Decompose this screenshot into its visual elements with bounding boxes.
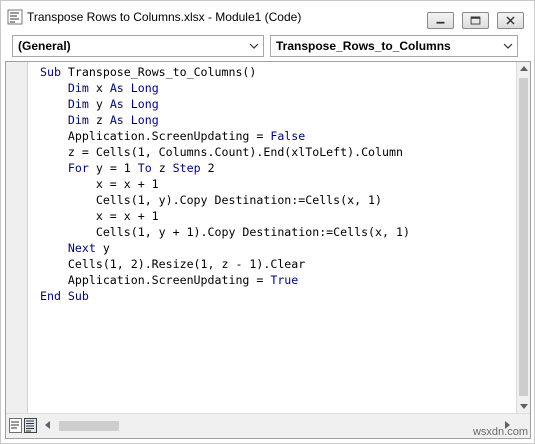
code-text[interactable]: Sub Transpose_Rows_to_Columns() Dim x As…	[40, 64, 410, 304]
maximize-icon	[470, 16, 481, 25]
code-line[interactable]: Sub Transpose_Rows_to_Columns()	[40, 64, 410, 80]
code-line[interactable]: For y = 1 To z Step 2	[40, 160, 410, 176]
code-line[interactable]: z = Cells(1, Columns.Count).End(xlToLeft…	[40, 144, 410, 160]
code-line[interactable]: Dim x As Long	[40, 80, 410, 96]
close-button[interactable]	[497, 12, 524, 29]
code-line[interactable]: x = x + 1	[40, 208, 410, 224]
vba-code-window: Transpose Rows to Columns.xlsx - Module1…	[0, 0, 535, 444]
chevron-down-icon	[249, 43, 259, 49]
code-line[interactable]: Next y	[40, 240, 410, 256]
code-line[interactable]: Dim y As Long	[40, 96, 410, 112]
watermark: wsxdn.com	[472, 426, 528, 438]
procedure-dropdown[interactable]: Transpose_Rows_to_Columns	[270, 35, 518, 57]
code-line[interactable]: Application.ScreenUpdating = True	[40, 272, 410, 288]
code-line[interactable]: Cells(1, y).Copy Destination:=Cells(x, 1…	[40, 192, 410, 208]
scroll-down-icon[interactable]	[520, 404, 528, 409]
horizontal-scrollbar[interactable]	[41, 417, 516, 435]
module-toolbar: (General) Transpose_Rows_to_Columns	[1, 33, 534, 59]
code-line[interactable]: Cells(1, y + 1).Copy Destination:=Cells(…	[40, 224, 410, 240]
bottom-bar	[6, 413, 530, 438]
maximize-button[interactable]	[462, 12, 489, 29]
vertical-scroll-thumb[interactable]	[519, 78, 528, 396]
code-line[interactable]: x = x + 1	[40, 176, 410, 192]
code-line[interactable]: Cells(1, 2).Resize(1, z - 1).Clear	[40, 256, 410, 272]
full-module-view-icon[interactable]	[24, 418, 37, 433]
vba-module-icon	[7, 9, 23, 25]
code-line[interactable]: End Sub	[40, 288, 410, 304]
minimize-button[interactable]	[427, 12, 454, 29]
code-editor[interactable]: Sub Transpose_Rows_to_Columns() Dim x As…	[29, 62, 516, 413]
code-line[interactable]: Dim z As Long	[40, 112, 410, 128]
chevron-down-icon	[503, 43, 513, 49]
minimize-icon	[436, 21, 445, 24]
close-icon	[506, 16, 515, 25]
procedure-view-icon[interactable]	[9, 418, 22, 433]
scroll-left-icon[interactable]	[45, 421, 50, 429]
object-dropdown-value: (General)	[18, 39, 71, 53]
code-pane: Sub Transpose_Rows_to_Columns() Dim x As…	[5, 61, 531, 439]
title-bar[interactable]: Transpose Rows to Columns.xlsx - Module1…	[1, 1, 534, 33]
vertical-scrollbar[interactable]	[516, 62, 530, 413]
code-line[interactable]: Application.ScreenUpdating = False	[40, 128, 410, 144]
margin-indicator-bar[interactable]	[6, 62, 28, 413]
window-title: Transpose Rows to Columns.xlsx - Module1…	[27, 10, 302, 24]
horizontal-scroll-thumb[interactable]	[59, 421, 119, 431]
scroll-up-icon[interactable]	[520, 66, 528, 71]
object-dropdown[interactable]: (General)	[12, 35, 264, 57]
procedure-dropdown-value: Transpose_Rows_to_Columns	[276, 39, 451, 53]
